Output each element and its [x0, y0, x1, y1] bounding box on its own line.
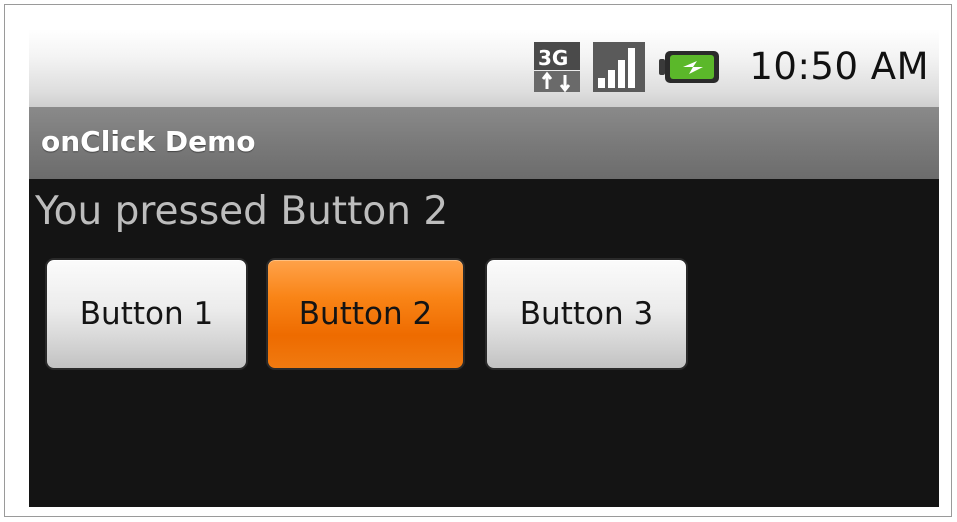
status-bar: 3G 10:50 AM	[29, 29, 939, 107]
button-2[interactable]: Button 2	[266, 258, 465, 370]
status-icons: 3G 10:50 AM	[533, 39, 929, 95]
3g-data-icon: 3G	[533, 41, 581, 93]
app-title: onClick Demo	[41, 125, 256, 158]
device-screen: 3G 10:50 AM onClick Demo You pressed But…	[29, 29, 939, 507]
svg-text:3G: 3G	[538, 46, 568, 70]
status-clock: 10:50 AM	[749, 45, 929, 88]
result-message: You pressed Button 2	[35, 189, 449, 234]
battery-charging-icon	[659, 50, 721, 84]
screenshot-frame: 3G 10:50 AM onClick Demo You pressed But…	[4, 4, 952, 517]
button-1[interactable]: Button 1	[45, 258, 248, 370]
button-3[interactable]: Button 3	[485, 258, 688, 370]
signal-strength-icon	[593, 42, 646, 92]
app-title-bar: onClick Demo	[29, 107, 939, 179]
